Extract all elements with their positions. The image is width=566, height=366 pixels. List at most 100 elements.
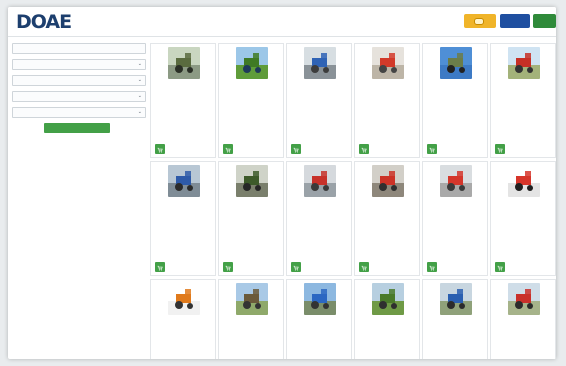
cart-icon [225, 140, 231, 158]
card-footer [291, 144, 349, 154]
machine-card[interactable] [490, 279, 556, 359]
machine-description [223, 92, 281, 110]
machine-photo[interactable] [304, 165, 336, 197]
machine-card[interactable] [422, 43, 488, 158]
card-footer [155, 262, 213, 272]
machine-photo[interactable] [168, 165, 200, 197]
filter-keyword-input[interactable] [12, 43, 146, 54]
cart-icon [157, 258, 163, 276]
machine-photo[interactable] [440, 47, 472, 79]
machine-description [427, 328, 485, 346]
machine-photo[interactable] [440, 165, 472, 197]
card-footer [359, 144, 417, 154]
add-to-cart-button[interactable] [223, 144, 233, 154]
machine-photo[interactable] [508, 283, 540, 315]
machine-description [155, 210, 213, 228]
add-to-cart-button[interactable] [427, 144, 437, 154]
add-to-cart-button[interactable] [291, 144, 301, 154]
machine-photo[interactable] [508, 165, 540, 197]
machine-description [223, 210, 281, 228]
machine-photo[interactable] [236, 47, 268, 79]
machine-card[interactable] [286, 161, 352, 276]
site-logo[interactable]: DOAE [16, 11, 72, 33]
cart-icon [293, 140, 299, 158]
machine-card[interactable] [150, 161, 216, 276]
machine-card[interactable] [150, 279, 216, 359]
browser-viewport: DOAE ⌄ ⌄ ⌄ ⌄ [8, 7, 556, 359]
machine-photo[interactable] [168, 47, 200, 79]
card-footer [359, 262, 417, 272]
machine-card[interactable] [354, 279, 420, 359]
cart-icon [361, 258, 367, 276]
machine-card[interactable] [422, 161, 488, 276]
machine-card[interactable] [354, 43, 420, 158]
machine-card[interactable] [218, 161, 284, 276]
machine-description [291, 328, 349, 346]
machine-photo[interactable] [372, 47, 404, 79]
machine-photo[interactable] [372, 283, 404, 315]
machine-photo[interactable] [236, 165, 268, 197]
add-to-cart-button[interactable] [155, 262, 165, 272]
machine-description [359, 328, 417, 346]
card-footer [495, 144, 553, 154]
card-footer [427, 144, 485, 154]
filter-select-province[interactable]: ⌄ [12, 75, 146, 86]
machine-description [359, 210, 417, 228]
add-to-cart-button[interactable] [495, 144, 505, 154]
cart-icon [429, 258, 435, 276]
filter-select-category[interactable]: ⌄ [12, 59, 146, 70]
add-to-cart-button[interactable] [359, 144, 369, 154]
search-button[interactable] [44, 123, 110, 133]
cart-icon [497, 140, 503, 158]
machine-card[interactable] [422, 279, 488, 359]
machine-description [291, 92, 349, 110]
add-to-cart-button[interactable] [427, 262, 437, 272]
machine-photo[interactable] [372, 165, 404, 197]
machine-card[interactable] [150, 43, 216, 158]
add-to-cart-button[interactable] [359, 262, 369, 272]
machine-card[interactable] [218, 43, 284, 158]
machine-description [223, 328, 281, 346]
machine-description [495, 328, 553, 346]
chevron-down-icon: ⌄ [137, 61, 142, 67]
machine-photo[interactable] [508, 47, 540, 79]
card-footer [223, 262, 281, 272]
chevron-down-icon: ⌄ [137, 109, 142, 115]
machine-photo[interactable] [440, 283, 472, 315]
add-to-cart-button[interactable] [155, 144, 165, 154]
register-button[interactable] [500, 14, 530, 28]
card-footer [427, 262, 485, 272]
machine-description [495, 210, 553, 228]
login-button[interactable] [464, 14, 496, 28]
machine-photo[interactable] [168, 283, 200, 315]
chevron-down-icon: ⌄ [137, 93, 142, 99]
machine-description [427, 92, 485, 110]
machine-card-grid [150, 43, 556, 359]
cart-icon [225, 258, 231, 276]
filter-select-district[interactable]: ⌄ [12, 91, 146, 102]
machine-photo[interactable] [236, 283, 268, 315]
filter-select-subdistrict[interactable]: ⌄ [12, 107, 146, 118]
logo-text: DOAE [16, 11, 72, 33]
machine-card[interactable] [490, 161, 556, 276]
machine-card[interactable] [286, 43, 352, 158]
add-to-cart-button[interactable] [291, 262, 301, 272]
cart-icon [361, 140, 367, 158]
add-to-cart-button[interactable] [495, 262, 505, 272]
machine-card[interactable] [286, 279, 352, 359]
machine-card[interactable] [218, 279, 284, 359]
header-action-button[interactable] [533, 14, 556, 28]
machine-card[interactable] [490, 43, 556, 158]
cart-icon [293, 258, 299, 276]
machine-photo[interactable] [304, 283, 336, 315]
machine-card[interactable] [354, 161, 420, 276]
site-header: DOAE [8, 7, 556, 37]
cart-icon [157, 140, 163, 158]
filter-sidebar: ⌄ ⌄ ⌄ ⌄ [12, 43, 146, 133]
machine-description [427, 210, 485, 228]
add-to-cart-button[interactable] [223, 262, 233, 272]
machine-photo[interactable] [304, 47, 336, 79]
machine-description [291, 210, 349, 228]
machine-description [359, 92, 417, 110]
card-footer [291, 262, 349, 272]
